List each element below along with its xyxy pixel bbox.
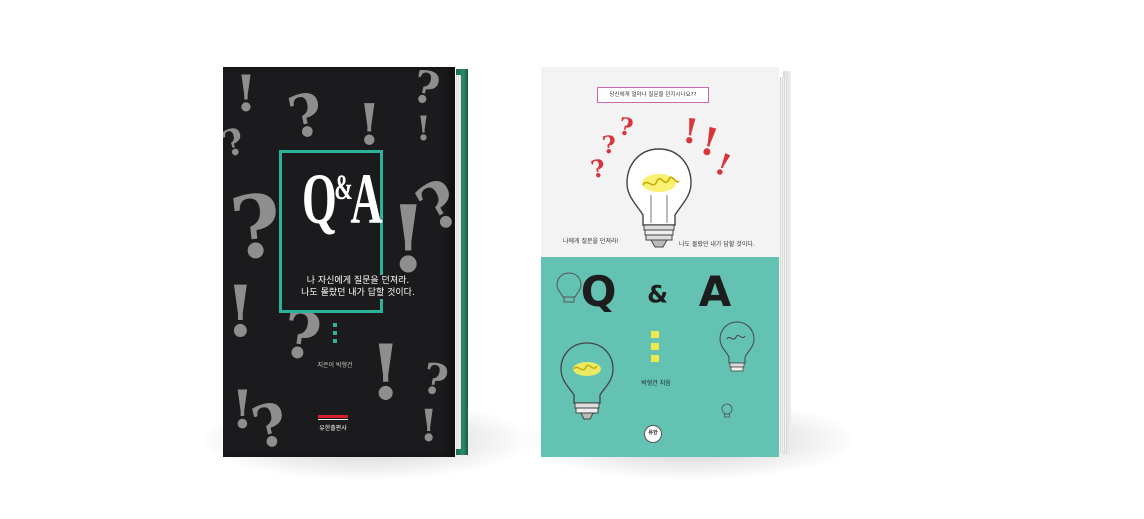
title-a: A <box>698 267 740 316</box>
small-light-bulb-icon <box>719 321 755 372</box>
exclamation-mark-icon: ! <box>416 109 431 149</box>
accent-dot <box>333 323 337 327</box>
small-light-bulb-icon <box>556 272 582 303</box>
exclamation-mark-icon: ! <box>369 328 403 417</box>
subtitle-line-2: 나도 몰랐던 내가 답할 것이다. <box>301 288 415 298</box>
exclamation-mark-icon: ! <box>225 270 256 353</box>
question-mark-icon: ? <box>223 119 251 167</box>
title-ampersand: & <box>334 167 353 207</box>
question-mark-icon: ? <box>282 79 330 153</box>
exclamation-mark-icon: ! <box>419 401 439 452</box>
question-mark-icon: ? <box>600 129 618 160</box>
accent-dot <box>651 343 659 350</box>
question-mark-icon: ? <box>245 388 295 457</box>
subtitle-line-1: 나 자신에게 질문을 던져라. <box>306 276 410 286</box>
light-bulb-icon <box>626 148 692 248</box>
accent-dot <box>651 331 659 338</box>
accent-dot <box>651 355 659 362</box>
title-ampersand: & <box>647 280 677 309</box>
publisher-logo-text: 유한 <box>648 430 658 436</box>
accent-dot <box>333 339 337 343</box>
tiny-light-bulb-icon <box>721 403 733 418</box>
book1-publisher: 유한출판사 <box>319 425 347 432</box>
title-q: Q <box>580 267 625 316</box>
left-quote: 나에게 질문을 던져라! <box>563 238 619 245</box>
publisher-logo-line <box>318 419 348 420</box>
accent-dot <box>333 331 337 335</box>
title-q: Q <box>302 159 337 239</box>
publisher-logo-bar <box>318 415 348 418</box>
question-mark-icon: ? <box>419 353 452 406</box>
exclamation-mark-icon: ! <box>357 92 382 158</box>
question-mark-icon: ? <box>225 174 287 281</box>
book2-author: 박형건 지음 <box>641 380 671 387</box>
title-a: A <box>350 159 382 239</box>
right-quote: 나도 몰랐던 내가 답할 것이다. <box>679 241 755 248</box>
book1-cover: ? ! ? ! ! ? ? ? ! ! ? ! ? ! ? ! Q&A 나 자신… <box>223 67 455 457</box>
book1-author: 지은이 박형건 <box>317 362 353 369</box>
question-mark-icon: ? <box>408 67 444 117</box>
book1-title: Q&A <box>302 163 383 235</box>
book2-cover: 당신에게 얼마나 질문을 던지시나요?? ? ? ? ! ! ! 나에게 질문을… <box>541 67 779 457</box>
book2-tagline: 당신에게 얼마나 질문을 던지시나요?? <box>609 92 697 98</box>
exclamation-mark-icon: ! <box>235 67 257 123</box>
book1-subtitle: 나 자신에게 질문을 던져라. 나도 몰랐던 내가 답할 것이다. <box>283 275 433 299</box>
book-light-cover: 당신에게 얼마나 질문을 던지시나요?? ? ? ? ! ! ! 나에게 질문을… <box>541 67 791 457</box>
book-dark-cover: ? ! ? ! ! ? ? ? ! ! ? ! ? ! ? ! Q&A 나 자신… <box>223 67 468 457</box>
exclamation-mark-icon: ! <box>388 185 429 293</box>
